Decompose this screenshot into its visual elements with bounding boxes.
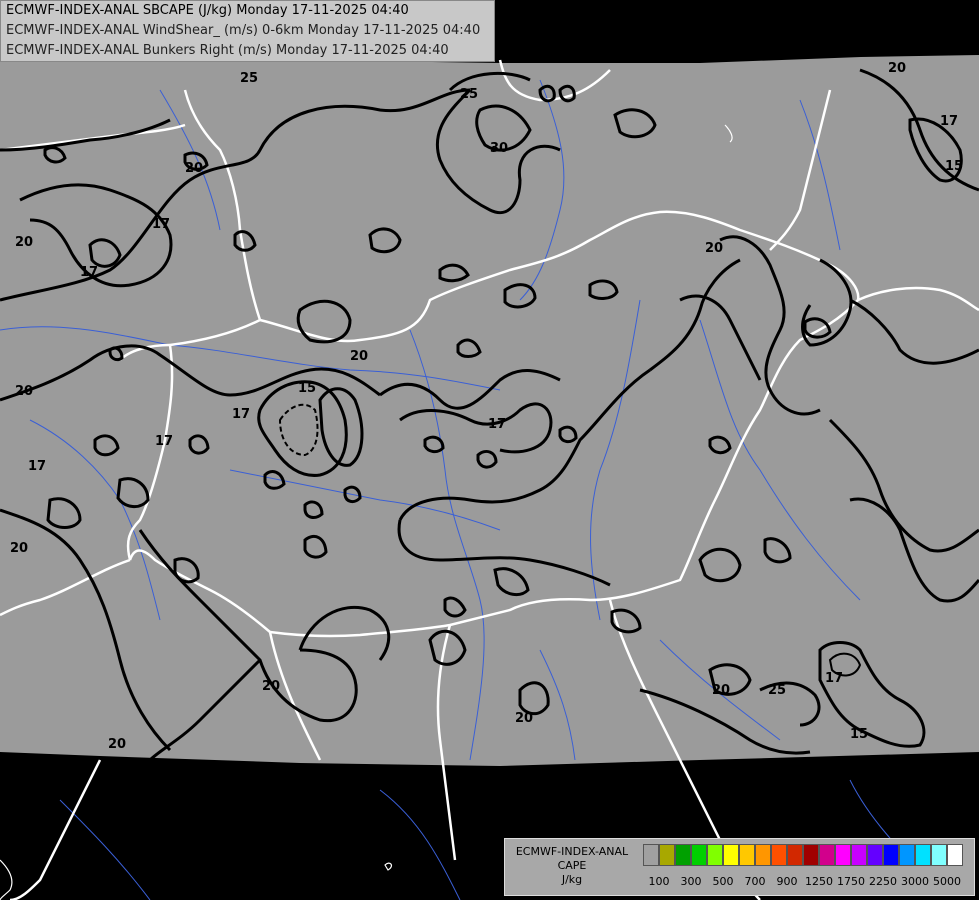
contour-label: 17 (155, 434, 173, 449)
legend-swatch (787, 844, 803, 866)
legend-tick-label: 700 (744, 875, 766, 888)
contour-label: 20 (712, 683, 730, 698)
header-cape-line: ECMWF-INDEX-ANAL SBCAPE (J/kg) Monday 17… (6, 3, 409, 18)
contour-label: 15 (850, 727, 868, 742)
legend-swatch (947, 844, 963, 866)
legend-swatch (883, 844, 899, 866)
legend-tick-label: 500 (712, 875, 734, 888)
contour-label: 17 (152, 217, 170, 232)
legend-title-unit: J/kg (561, 873, 583, 886)
legend-swatch (723, 844, 739, 866)
contour-label: 20 (515, 711, 533, 726)
contour-label: 20 (185, 161, 203, 176)
legend-swatch (691, 844, 707, 866)
legend-swatch (771, 844, 787, 866)
contour-label: 15 (945, 159, 963, 174)
contour-label: 15 (298, 381, 316, 396)
contour-label: 20 (10, 541, 28, 556)
legend-swatch (915, 844, 931, 866)
legend-tick-label: 900 (776, 875, 798, 888)
legend-tick-label: 100 (648, 875, 670, 888)
contour-label: 20 (262, 679, 280, 694)
contour-label: 25 (240, 71, 258, 86)
legend-tick-label: 5000 (933, 875, 961, 888)
contour-label: 20 (15, 235, 33, 250)
contour-label: 20 (350, 349, 368, 364)
contour-label: 25 (768, 683, 786, 698)
header-windshear-line: ECMWF-INDEX-ANAL WindShear_ (m/s) 0-6km … (6, 23, 481, 38)
contour-label: 17 (940, 114, 958, 129)
legend-swatch (931, 844, 947, 866)
contour-label: 25 (460, 87, 478, 102)
legend-swatch (899, 844, 915, 866)
contour-label: 30 (490, 141, 508, 156)
legend-tick-label: 1250 (805, 875, 833, 888)
contour-label: 20 (888, 61, 906, 76)
legend-swatch (675, 844, 691, 866)
weather-map: 25 30 25 20 20 17 17 20 20 17 15 17 15 1… (0, 55, 979, 900)
legend-swatch (835, 844, 851, 866)
legend-tick-label: 1750 (837, 875, 865, 888)
legend-title-model: ECMWF-INDEX-ANAL (515, 845, 629, 858)
contour-label: 17 (232, 407, 250, 422)
legend-swatch (643, 844, 659, 866)
header-bunkers-line: ECMWF-INDEX-ANAL Bunkers Right (m/s) Mon… (6, 43, 449, 58)
legend-tick-label: 3000 (901, 875, 929, 888)
legend-swatch (739, 844, 755, 866)
legend-tick-label: 2250 (869, 875, 897, 888)
legend-tick-label: 300 (680, 875, 702, 888)
legend-title: ECMWF-INDEX-ANAL CAPE J/kg (507, 845, 637, 887)
cape-legend: ECMWF-INDEX-ANAL CAPE J/kg 100 300 500 700 9… (504, 838, 975, 896)
contour-label: 17 (80, 265, 98, 280)
contour-label: 17 (825, 671, 843, 686)
legend-swatch (707, 844, 723, 866)
contour-label: 20 (15, 384, 33, 399)
contour-label: 20 (108, 737, 126, 752)
legend-swatch (851, 844, 867, 866)
legend-swatch (803, 844, 819, 866)
legend-swatch (867, 844, 883, 866)
contour-label: 17 (28, 459, 46, 474)
legend-swatches (643, 844, 963, 868)
legend-swatch (755, 844, 771, 866)
contour-label: 17 (488, 417, 506, 432)
legend-swatch (659, 844, 675, 866)
map-header: ECMWF-INDEX-ANAL SBCAPE (J/kg) Monday 17… (0, 0, 495, 62)
legend-title-field: CAPE (557, 859, 587, 872)
contour-label: 20 (705, 241, 723, 256)
legend-swatch (819, 844, 835, 866)
